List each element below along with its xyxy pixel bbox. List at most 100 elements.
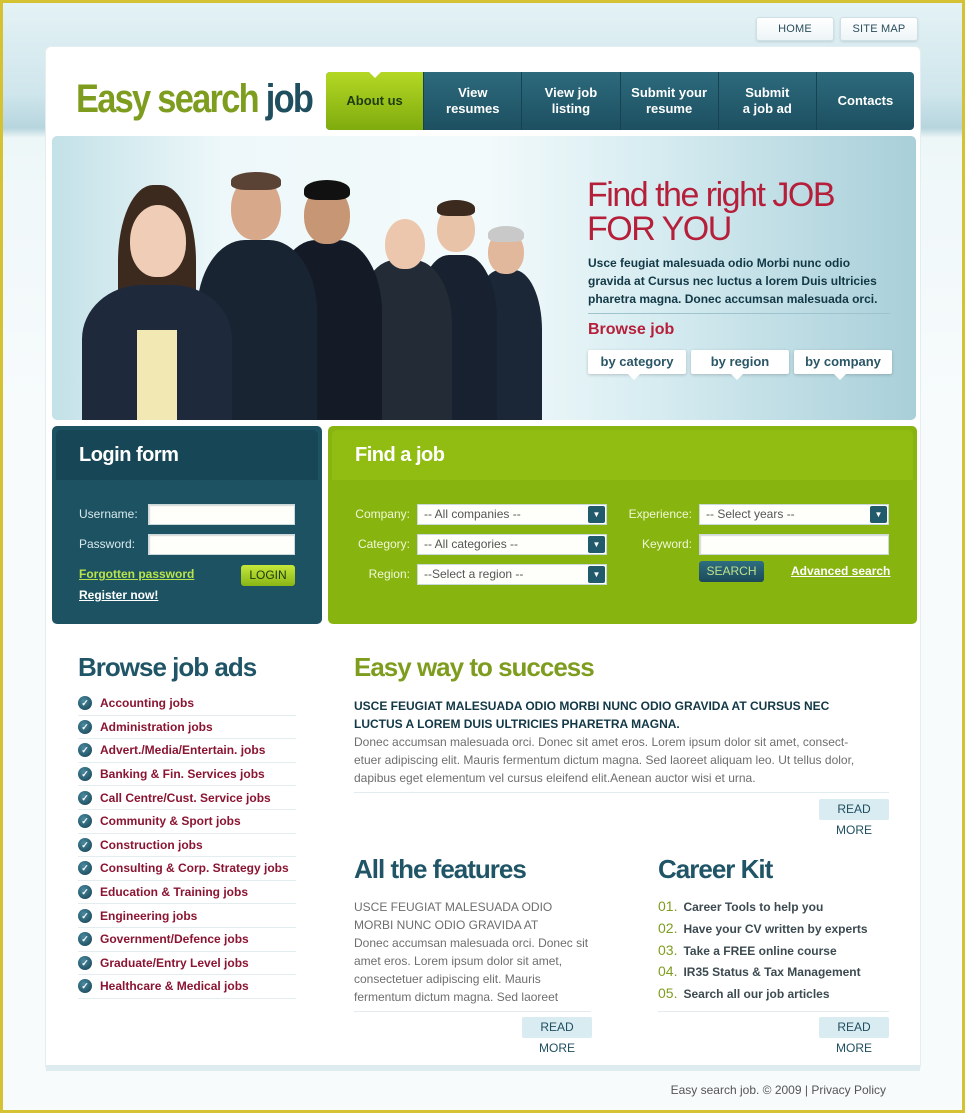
chevron-down-icon: ▼ <box>588 506 605 523</box>
logo[interactable]: Easy search job <box>76 77 314 122</box>
check-circle-icon: ✓ <box>78 885 92 900</box>
forgotten-password-link[interactable]: Forgotten password <box>79 567 194 581</box>
site-map-link[interactable]: SITE MAP <box>840 17 918 41</box>
top-links: HOME SITE MAP <box>756 17 918 41</box>
find-job-title: Find a job <box>355 444 445 466</box>
career-kit-title: Career Kit <box>658 854 773 884</box>
list-item[interactable]: ✓ Construction jobs <box>78 834 296 858</box>
career-kit-item[interactable]: 04. IR35 Status & Tax Management <box>658 962 868 984</box>
nav-view-resumes[interactable]: View resumes <box>423 72 521 130</box>
home-link[interactable]: HOME <box>756 17 834 41</box>
region-label: Region: <box>368 567 410 581</box>
register-now-link[interactable]: Register now! <box>79 588 158 602</box>
company-select-value: -- All companies -- <box>424 507 521 521</box>
career-kit-item[interactable]: 02. Have your CV written by experts <box>658 919 868 941</box>
browse-job-title: Browse job <box>588 321 675 338</box>
item-number: 05. <box>658 985 678 1002</box>
password-input[interactable] <box>148 534 295 555</box>
list-item[interactable]: ✓ Accounting jobs <box>78 692 296 716</box>
list-item-label: Engineering jobs <box>100 908 198 923</box>
check-circle-icon: ✓ <box>78 719 92 734</box>
list-item[interactable]: ✓ Engineering jobs <box>78 904 296 928</box>
search-button[interactable]: SEARCH <box>699 561 764 582</box>
privacy-policy-link[interactable]: Privacy Policy <box>811 1083 886 1097</box>
browse-by-region-button[interactable]: by region <box>691 350 789 380</box>
browse-by-category-button[interactable]: by category <box>588 350 686 380</box>
read-more-button[interactable]: READ MORE <box>819 1017 889 1055</box>
browse-by-company-button[interactable]: by company <box>794 350 892 380</box>
easy-way-text: Donec accumsan malesuada orci. Donec sit… <box>354 735 855 785</box>
list-item[interactable]: ✓ Education & Training jobs <box>78 881 296 905</box>
username-label: Username: <box>79 507 138 521</box>
career-kit-item[interactable]: 05. Search all our job articles <box>658 984 868 1006</box>
check-circle-icon: ✓ <box>78 932 92 947</box>
chevron-down-icon: ▼ <box>588 536 605 553</box>
category-label: Category: <box>357 537 410 551</box>
browse-job-tabs: by category by region by company <box>588 350 892 380</box>
list-item-label: Advert./Media/Entertain. jobs <box>100 743 266 758</box>
chevron-down-icon: ▼ <box>870 506 887 523</box>
list-item[interactable]: ✓ Government/Defence jobs <box>78 928 296 952</box>
check-circle-icon: ✓ <box>78 696 92 711</box>
login-form-title: Login form <box>79 444 179 466</box>
item-label: Have your CV written by experts <box>683 921 868 936</box>
list-item[interactable]: ✓ Community & Sport jobs <box>78 810 296 834</box>
list-item-label: Call Centre/Cust. Service jobs <box>100 790 271 805</box>
list-item[interactable]: ✓ Call Centre/Cust. Service jobs <box>78 786 296 810</box>
browse-job-ads-list: ✓ Accounting jobs ✓ Administration jobs ✓ A… <box>78 692 296 999</box>
list-item[interactable]: ✓ Graduate/Entry Level jobs <box>78 952 296 976</box>
logo-text-primary: Easy search <box>76 77 260 121</box>
divider <box>354 792 889 793</box>
find-job-panel: Find a job Company: -- All companies -- … <box>328 426 917 624</box>
region-select[interactable]: --Select a region -- ▼ <box>417 564 607 585</box>
footer: Easy search job. © 2009 | Privacy Policy <box>671 1083 886 1097</box>
read-more-button[interactable]: READ MORE <box>819 799 889 837</box>
list-item-label: Education & Training jobs <box>100 885 249 900</box>
features-title: All the features <box>354 854 527 884</box>
features-text: Donec accumsan malesuada orci. Donec sit… <box>354 936 589 1004</box>
keyword-input[interactable] <box>699 534 889 555</box>
list-item[interactable]: ✓ Healthcare & Medical jobs <box>78 975 296 999</box>
check-circle-icon: ✓ <box>78 861 92 876</box>
list-item[interactable]: ✓ Advert./Media/Entertain. jobs <box>78 739 296 763</box>
login-button[interactable]: LOGIN <box>241 565 295 586</box>
hero-people-image <box>77 166 547 420</box>
list-item-label: Healthcare & Medical jobs <box>100 979 249 994</box>
nav-about-us[interactable]: About us <box>326 72 424 130</box>
features-caps-text: USCE FEUGIAT MALESUADA ODIO MORBI NUNC O… <box>354 900 553 932</box>
nav-view-job-listing[interactable]: View job listing <box>521 72 619 130</box>
list-item[interactable]: ✓ Banking & Fin. Services jobs <box>78 763 296 787</box>
check-circle-icon: ✓ <box>78 837 92 852</box>
advanced-search-link[interactable]: Advanced search <box>791 564 890 578</box>
career-kit-list: 01. Career Tools to help you 02. Have your… <box>658 897 868 1006</box>
item-number: 04. <box>658 963 678 980</box>
category-select[interactable]: -- All categories -- ▼ <box>417 534 607 555</box>
list-item[interactable]: ✓ Consulting & Corp. Strategy jobs <box>78 857 296 881</box>
list-item-label: Construction jobs <box>100 837 203 852</box>
hero-text: Usce feugiat malesuada odio Morbi nunc o… <box>588 256 878 306</box>
nav-submit-job-ad[interactable]: Submit a job ad <box>717 72 816 130</box>
category-select-value: -- All categories -- <box>424 537 519 551</box>
read-more-button[interactable]: READ MORE <box>522 1017 592 1055</box>
username-input[interactable] <box>148 504 295 525</box>
experience-select[interactable]: -- Select years -- ▼ <box>699 504 889 525</box>
list-item-label: Accounting jobs <box>100 696 194 711</box>
career-kit-item[interactable]: 01. Career Tools to help you <box>658 897 868 919</box>
logo-text-secondary: job <box>265 77 314 121</box>
check-circle-icon: ✓ <box>78 908 92 923</box>
item-number: 01. <box>658 898 678 914</box>
nav-submit-resume[interactable]: Submit your resume <box>619 72 718 130</box>
list-item-label: Graduate/Entry Level jobs <box>100 955 249 970</box>
check-circle-icon: ✓ <box>78 979 92 994</box>
hero-banner: Find the right JOB FOR YOU Usce feugiat … <box>52 136 916 420</box>
list-item[interactable]: ✓ Administration jobs <box>78 716 296 740</box>
company-select[interactable]: -- All companies -- ▼ <box>417 504 607 525</box>
career-kit-item[interactable]: 03. Take a FREE online course <box>658 941 868 963</box>
login-form-panel: Login form Username: Password: Forgotten… <box>52 426 322 624</box>
region-select-value: --Select a region -- <box>424 567 524 581</box>
keyword-label: Keyword: <box>641 537 692 551</box>
hero-title: Find the right JOB FOR YOU <box>587 178 836 246</box>
item-label: Search all our job articles <box>683 987 830 1002</box>
item-label: IR35 Status & Tax Management <box>683 965 861 980</box>
nav-contacts[interactable]: Contacts <box>815 72 914 130</box>
